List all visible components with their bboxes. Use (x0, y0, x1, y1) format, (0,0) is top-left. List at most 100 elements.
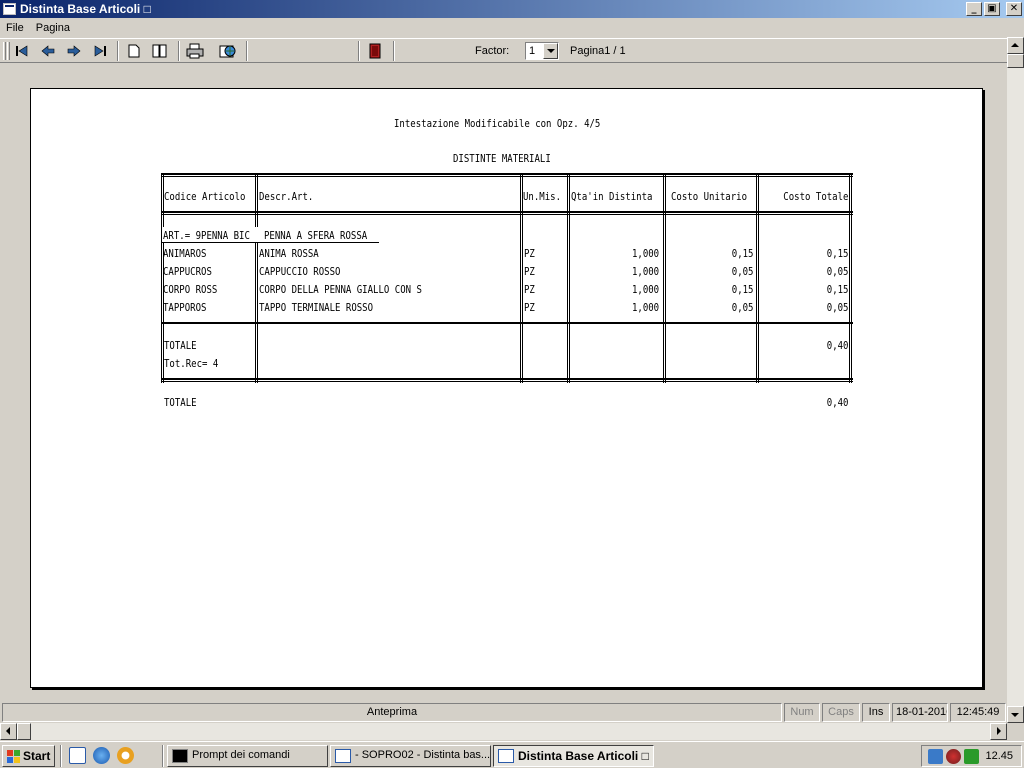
minimize-button[interactable]: _ (966, 2, 982, 16)
cell-code: ANIMAROS (163, 247, 207, 260)
col-header-um: Un.Mis. (523, 190, 562, 203)
menu-pagina[interactable]: Pagina (30, 22, 76, 34)
table-col-rule (255, 173, 258, 383)
update-icon[interactable] (964, 749, 979, 764)
prev-page-button[interactable] (38, 42, 58, 60)
col-header-code: Codice Articolo (164, 190, 246, 203)
status-message: Anteprima (2, 703, 782, 722)
insert-indicator: Ins (862, 703, 890, 722)
table-col-rule (849, 173, 852, 383)
arrow-left-icon (6, 727, 10, 735)
app-icon[interactable] (3, 3, 16, 15)
cell-qty: 1,000 (631, 247, 659, 260)
book-icon (152, 44, 167, 58)
system-tray: 12.45 (921, 745, 1022, 767)
restore-button[interactable]: ▣ (984, 2, 1000, 16)
globe-export-icon (219, 45, 236, 58)
last-page-icon (94, 45, 106, 57)
horizontal-scrollbar[interactable] (0, 723, 1007, 740)
col-header-total-cost: Costo Totale (782, 190, 848, 203)
toolbar-grip[interactable] (3, 42, 6, 60)
group-desc: PENNA A SFERA ROSSA (264, 229, 368, 242)
table-rule (161, 378, 853, 382)
task-command-prompt[interactable]: Prompt dei comandi (167, 745, 328, 767)
printer-icon (186, 43, 204, 59)
network-icon[interactable] (928, 749, 943, 764)
toolbar-grip[interactable] (7, 42, 10, 60)
exit-button[interactable] (365, 42, 385, 60)
taskbar-separator (60, 745, 62, 767)
table-col-rule (520, 173, 523, 383)
cell-qty: 1,000 (631, 265, 659, 278)
start-label: Start (23, 749, 51, 763)
dropdown-arrow-icon[interactable] (543, 43, 558, 59)
scroll-right-button[interactable] (990, 723, 1007, 740)
media-player-icon[interactable] (117, 747, 134, 764)
toolbar-separator (393, 41, 395, 61)
table-col-rule (756, 173, 759, 383)
scroll-thumb[interactable] (1007, 54, 1024, 68)
preview-area[interactable]: Intestazione Modificabile con Opz. 4/5 D… (0, 64, 1007, 700)
scroll-up-button[interactable] (1007, 37, 1024, 54)
first-page-button[interactable] (12, 42, 32, 60)
toolbar-separator (117, 41, 119, 61)
cell-desc: ANIMA ROSSA (259, 247, 319, 260)
cell-desc: CORPO DELLA PENNA GIALLO CON S (259, 283, 422, 296)
status-date: 18-01-2016 (892, 703, 948, 722)
title-bar[interactable]: Distinta Base Articoli □ _ ▣ ✕ (0, 0, 1024, 18)
cell-um: PZ (524, 301, 535, 314)
cell-total-cost: 0,05 (826, 301, 848, 314)
arrow-left-icon (41, 45, 55, 57)
start-button[interactable]: Start (2, 745, 55, 767)
toolbar-separator (358, 41, 360, 61)
cell-qty: 1,000 (631, 283, 659, 296)
last-page-button[interactable] (90, 42, 110, 60)
internet-explorer-icon[interactable] (93, 747, 110, 764)
task-sopro02[interactable]: - SOPRO02 - Distinta bas... (330, 745, 491, 767)
table-rule (161, 322, 853, 324)
table-rule (161, 173, 853, 177)
subtotal-value: 0,40 (826, 339, 848, 352)
menu-file[interactable]: File (0, 22, 30, 34)
factor-value: 1 (529, 45, 536, 57)
task-label: Distinta Base Articoli □ (518, 749, 649, 763)
security-icon[interactable] (946, 749, 961, 764)
export-button[interactable] (218, 42, 238, 60)
cell-total-cost: 0,05 (826, 265, 848, 278)
table-col-rule (567, 173, 570, 383)
scroll-thumb[interactable] (17, 723, 31, 740)
two-pages-button[interactable] (150, 42, 170, 60)
table-col-rule (663, 173, 666, 383)
taskbar: Start Prompt dei comandi - SOPRO02 - Dis… (0, 741, 1024, 768)
cell-qty: 1,000 (631, 301, 659, 314)
task-distinta-base[interactable]: Distinta Base Articoli □ (493, 745, 654, 767)
show-desktop-icon[interactable] (69, 747, 86, 764)
print-button[interactable] (185, 42, 205, 60)
cell-unit-cost: 0,15 (731, 283, 753, 296)
toolbar: Factor: 1 Pagina1 / 1 (0, 38, 1008, 63)
factor-select[interactable]: 1 (525, 42, 559, 60)
toolbar-separator (246, 41, 248, 61)
window-icon (498, 749, 514, 763)
caps-lock-indicator: Caps (822, 703, 860, 722)
door-exit-icon (369, 43, 381, 59)
single-page-button[interactable] (124, 42, 144, 60)
status-bar: Anteprima Num Caps Ins 18-01-2016 12:45:… (0, 701, 1024, 723)
console-icon (172, 749, 188, 763)
cell-desc: TAPPO TERMINALE ROSSO (259, 301, 374, 314)
col-header-desc: Descr.Art. (259, 190, 314, 203)
cell-unit-cost: 0,05 (731, 301, 753, 314)
report-page: Intestazione Modificabile con Opz. 4/5 D… (30, 88, 983, 688)
taskbar-separator (162, 745, 164, 767)
next-page-button[interactable] (64, 42, 84, 60)
menu-bar: File Pagina (0, 19, 1024, 37)
scroll-left-button[interactable] (0, 723, 17, 740)
window-icon (335, 749, 351, 763)
first-page-icon (16, 45, 28, 57)
vertical-scrollbar[interactable] (1007, 37, 1024, 723)
report-title: DISTINTE MATERIALI (453, 152, 551, 165)
close-button[interactable]: ✕ (1006, 2, 1022, 16)
grand-total-value: 0,40 (826, 396, 848, 409)
factor-label: Factor: (475, 45, 510, 57)
page-icon (128, 44, 140, 58)
